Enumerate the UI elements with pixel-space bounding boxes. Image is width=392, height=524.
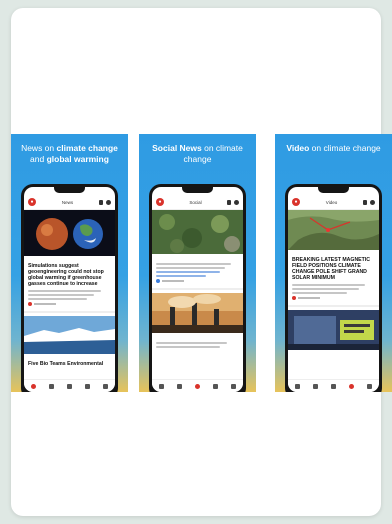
video-thumbnail-map[interactable]: [288, 210, 379, 250]
app-bar-title: Video: [325, 199, 338, 205]
phone-frame: ● Video BREAKING LATEST MAGNETIC FIELD P…: [285, 184, 382, 392]
caption-bold: Social News: [152, 143, 202, 153]
social-tab-icon[interactable]: [330, 383, 336, 389]
post-author: [162, 280, 184, 282]
source-icon: [28, 302, 32, 306]
video-meta: [288, 294, 379, 302]
smokestack-image: [152, 293, 243, 333]
social-feed: [152, 210, 243, 379]
divider: [152, 288, 243, 290]
caption-bold: global warming: [46, 154, 109, 164]
caption: Social News on climate change: [139, 143, 256, 165]
video-tab-icon[interactable]: [213, 383, 219, 389]
social-tab-icon[interactable]: [66, 383, 72, 389]
app-bar: ● Social: [152, 195, 243, 210]
post-meta: [152, 277, 243, 285]
post-text: [156, 263, 231, 265]
screenshot-news[interactable]: News on climate change and global warmin…: [11, 134, 128, 392]
phone-screen: ● News Simulations suggest geoengineerin…: [24, 187, 115, 392]
phone-notch: [54, 187, 85, 193]
phone-screen: ● Social: [152, 187, 243, 392]
news-tab-icon[interactable]: [312, 383, 318, 389]
phone-notch: [318, 187, 349, 193]
app-bar: ● News: [24, 195, 115, 210]
caption: Video on climate change: [275, 143, 392, 154]
caption-text: News on: [21, 143, 57, 153]
bookmark-icon[interactable]: [226, 199, 231, 205]
article-summary: [28, 290, 101, 292]
logo-icon: ●: [28, 198, 36, 206]
divider: [24, 311, 115, 313]
caption-text: and: [30, 154, 47, 164]
gear-icon[interactable]: [105, 199, 111, 205]
phone-frame: ● Social: [149, 184, 246, 392]
app-bar-title: Social: [189, 199, 202, 205]
tab-bar: [152, 379, 243, 392]
forest-aerial-image: [152, 210, 243, 254]
post-text: [156, 267, 226, 269]
home-tab-icon[interactable]: [294, 383, 300, 389]
news-tab-icon[interactable]: [176, 383, 182, 389]
post-text: [156, 342, 227, 344]
settings-tab-icon[interactable]: [231, 383, 237, 389]
iceberg-image: [24, 316, 115, 354]
settings-tab-icon[interactable]: [103, 383, 109, 389]
screenshot-social[interactable]: Social News on climate change ● Social: [139, 134, 256, 392]
article-meta: [24, 300, 115, 308]
tab-bar: [288, 379, 379, 392]
logo-icon: ●: [292, 198, 300, 206]
video-tab-icon[interactable]: [349, 383, 355, 389]
bookmark-icon[interactable]: [98, 199, 103, 205]
video-headline[interactable]: BREAKING LATEST MAGNETIC FIELD POSITIONS…: [288, 255, 379, 282]
social-tab-icon[interactable]: [194, 383, 200, 389]
settings-tab-icon[interactable]: [367, 383, 373, 389]
caption-bold: climate change: [56, 143, 118, 153]
channel-name: [298, 297, 320, 299]
channel-icon: [292, 296, 296, 300]
article-headline[interactable]: Five Bio Teams Environmental: [24, 359, 115, 368]
home-tab-icon[interactable]: [30, 383, 36, 389]
tab-bar: [24, 379, 115, 392]
video-feed: BREAKING LATEST MAGNETIC FIELD POSITIONS…: [288, 210, 379, 379]
video-description: [292, 288, 360, 290]
phone-notch: [182, 187, 213, 193]
phone-frame: ● News Simulations suggest geoengineerin…: [21, 184, 118, 392]
home-tab-icon[interactable]: [158, 383, 164, 389]
post-text: [156, 346, 220, 348]
post-link[interactable]: [156, 271, 220, 273]
divider: [288, 305, 379, 307]
earth-mars-image: [24, 210, 115, 256]
screenshot-video[interactable]: Video on climate change ● Video BREAKING…: [275, 134, 392, 392]
article-source: [34, 303, 56, 305]
app-bar-actions: [363, 199, 375, 205]
bookmark-icon[interactable]: [363, 199, 367, 205]
video-thumbnail-news[interactable]: [288, 310, 379, 350]
article-summary: [28, 294, 94, 296]
caption: News on climate change and global warmin…: [11, 143, 128, 165]
phone-screen: ● Video BREAKING LATEST MAGNETIC FIELD P…: [288, 187, 379, 392]
app-bar-title: News: [61, 199, 74, 205]
caption-bold: Video: [286, 143, 310, 153]
article-headline[interactable]: Simulations suggest geoengineering could…: [24, 261, 115, 288]
news-feed: Simulations suggest geoengineering could…: [24, 210, 115, 379]
app-bar: ● Video: [288, 195, 379, 210]
video-description: [292, 284, 365, 286]
social-icon: [156, 279, 160, 283]
app-bar-actions: [98, 199, 111, 205]
news-tab-icon[interactable]: [48, 383, 54, 389]
video-tab-icon[interactable]: [85, 383, 91, 389]
caption-text: on climate change: [309, 143, 381, 153]
gear-icon[interactable]: [233, 199, 239, 205]
app-bar-actions: [226, 199, 239, 205]
gear-icon[interactable]: [370, 199, 375, 205]
logo-icon: ●: [156, 198, 164, 206]
